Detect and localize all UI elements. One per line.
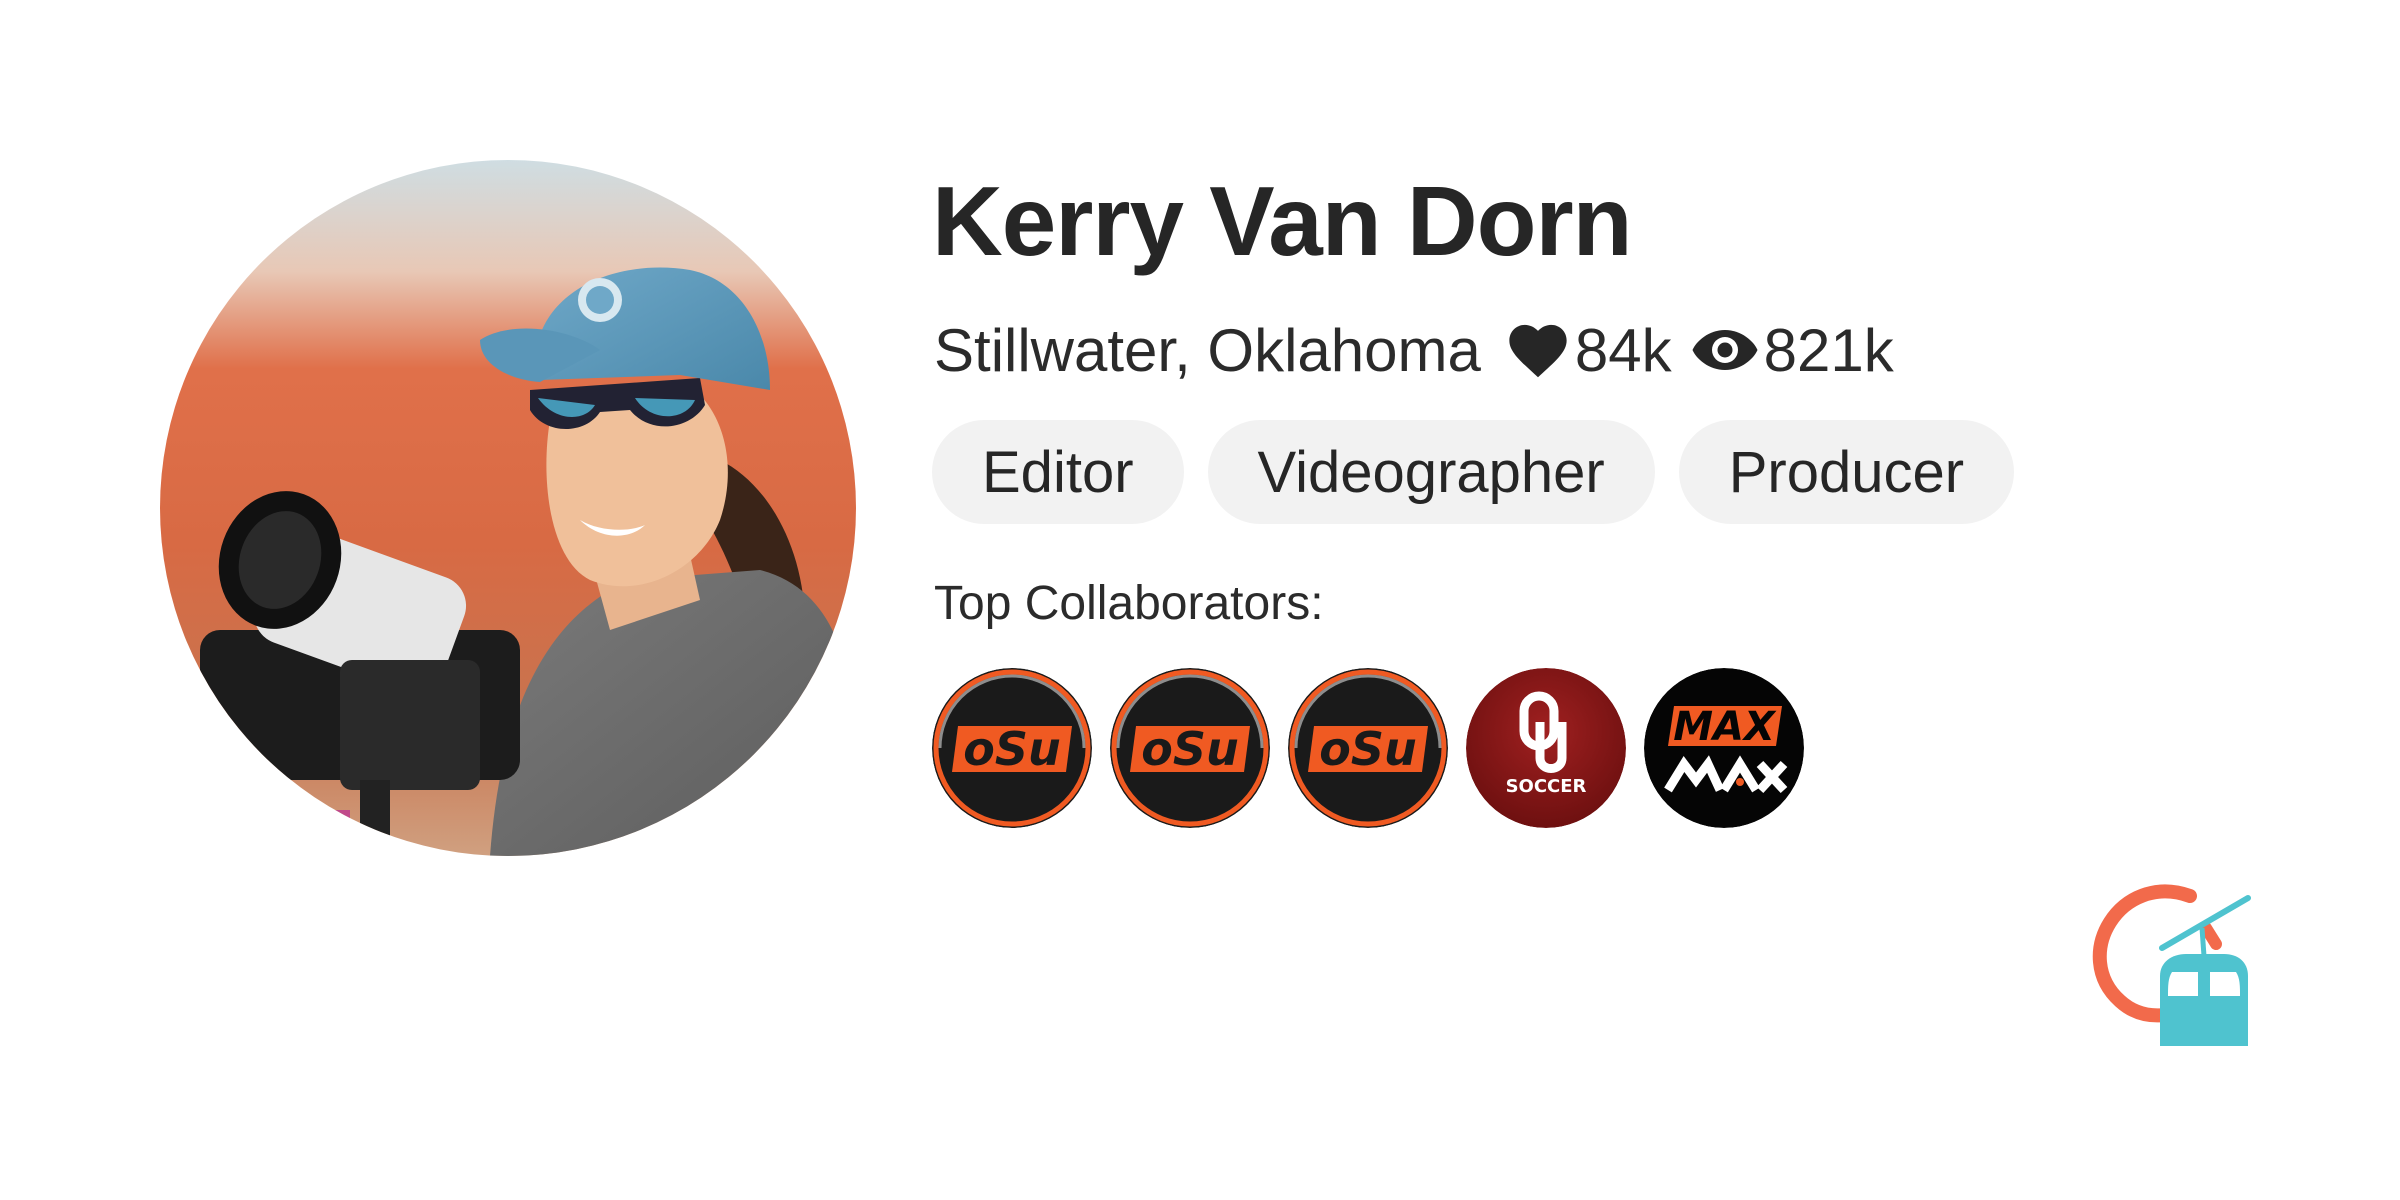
osu-max-logo-icon: MAX [1644, 668, 1804, 828]
likes-stat: 84k [1505, 316, 1672, 385]
gondola-brand-logo-icon [2092, 884, 2251, 1046]
collaborator-osu-1[interactable]: oSu [932, 668, 1092, 828]
collaborator-osu-max[interactable]: MAX [1644, 668, 1804, 828]
profile-meta: Stillwater, Oklahoma 84k 821k [934, 312, 1912, 388]
collaborator-osu-3[interactable]: oSu [1288, 668, 1448, 828]
profile-location: Stillwater, Oklahoma [934, 316, 1481, 384]
top-collaborators-label: Top Collaborators: [934, 577, 1324, 630]
profile-name: Kerry Van Dorn [932, 166, 1632, 276]
collaborator-ou-soccer[interactable]: SOCCER [1466, 668, 1626, 828]
collaborator-logo-text: SOCCER [1506, 776, 1587, 797]
profile-photo-image [160, 160, 856, 856]
collaborator-osu-2[interactable]: oSu [1110, 668, 1270, 828]
role-tag-videographer[interactable]: Videographer [1207, 420, 1655, 524]
profile-avatar[interactable] [160, 160, 856, 856]
ou-soccer-logo-icon: SOCCER [1466, 668, 1626, 828]
collaborator-logo-text: MAX [1673, 704, 1777, 750]
role-tags: Editor Videographer Producer [932, 420, 2015, 524]
osu-logo-icon: oSu [932, 668, 1092, 828]
gondola-brand-logo [2080, 876, 2270, 1056]
role-tag-editor[interactable]: Editor [932, 420, 1184, 524]
eye-icon [1692, 330, 1758, 370]
collaborator-logo-text: oSu [1319, 722, 1416, 776]
views-count: 821k [1763, 316, 1894, 384]
osu-logo-icon: oSu [1288, 668, 1448, 828]
views-stat: 821k [1690, 316, 1894, 385]
collaborator-logo-text: oSu [963, 722, 1060, 776]
collaborator-list: oSu oSu oSu SOCCER MAX [932, 668, 1804, 828]
role-tag-producer[interactable]: Producer [1678, 420, 2015, 524]
collaborator-logo-text: oSu [1141, 722, 1238, 776]
osu-logo-icon: oSu [1110, 668, 1270, 828]
heart-icon [1509, 324, 1567, 378]
likes-count: 84k [1574, 316, 1672, 384]
